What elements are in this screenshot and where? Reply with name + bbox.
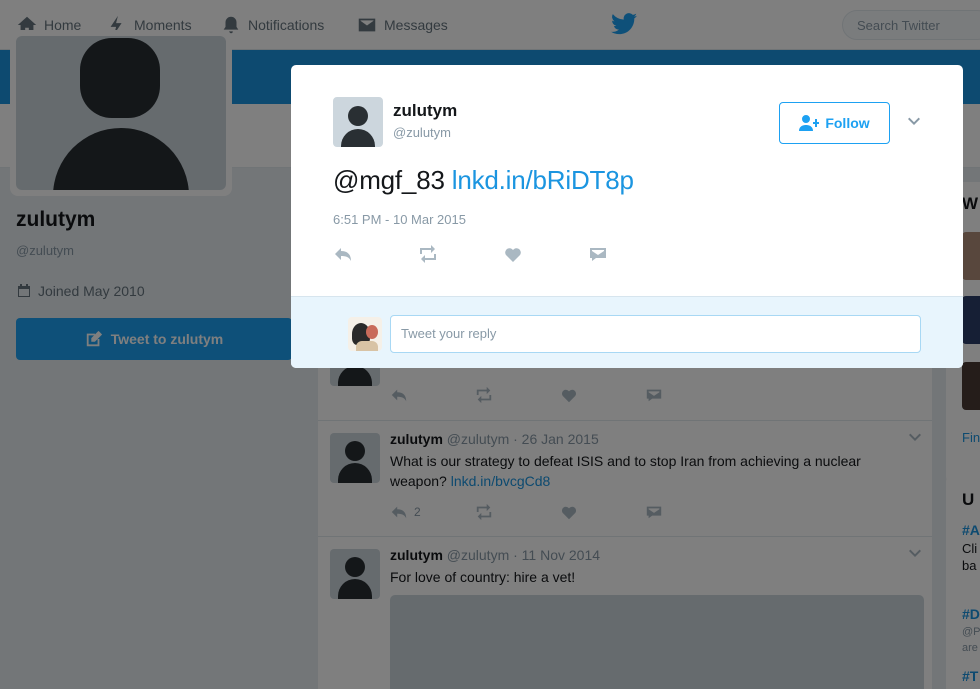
modal-author-handle[interactable]: @zulutym [393, 125, 451, 140]
follow-button[interactable]: Follow [779, 102, 890, 144]
message-action[interactable] [588, 244, 673, 269]
modal-tweet-text: @mgf_83 lnkd.in/bRiDT8p [333, 165, 634, 196]
tweet-mention[interactable]: @mgf_83 [333, 165, 445, 195]
like-action[interactable] [503, 244, 588, 269]
reply-icon [335, 248, 351, 261]
current-user-avatar[interactable] [348, 317, 382, 351]
tweet-timestamp[interactable]: 6:51 PM - 10 Mar 2015 [333, 212, 466, 227]
retweet-action[interactable] [418, 244, 503, 269]
modal-avatar[interactable] [333, 97, 383, 147]
add-user-icon [799, 115, 820, 131]
reply-action[interactable] [333, 244, 418, 269]
modal-tweet-actions [333, 244, 673, 269]
chevron-down-icon [908, 117, 920, 125]
retweet-icon [420, 245, 436, 263]
modal-author-name[interactable]: zulutym [393, 101, 457, 121]
tweet-link[interactable]: lnkd.in/bRiDT8p [452, 165, 634, 195]
reply-box: Tweet your reply [291, 296, 963, 368]
direct-message-icon [590, 248, 606, 261]
reply-input[interactable]: Tweet your reply [390, 315, 921, 353]
tweet-modal: zulutym @zulutym Follow @mgf_83 lnkd.in/… [291, 65, 963, 368]
follow-label: Follow [825, 115, 870, 131]
modal-more-menu[interactable] [907, 115, 921, 129]
heart-icon [505, 248, 521, 262]
